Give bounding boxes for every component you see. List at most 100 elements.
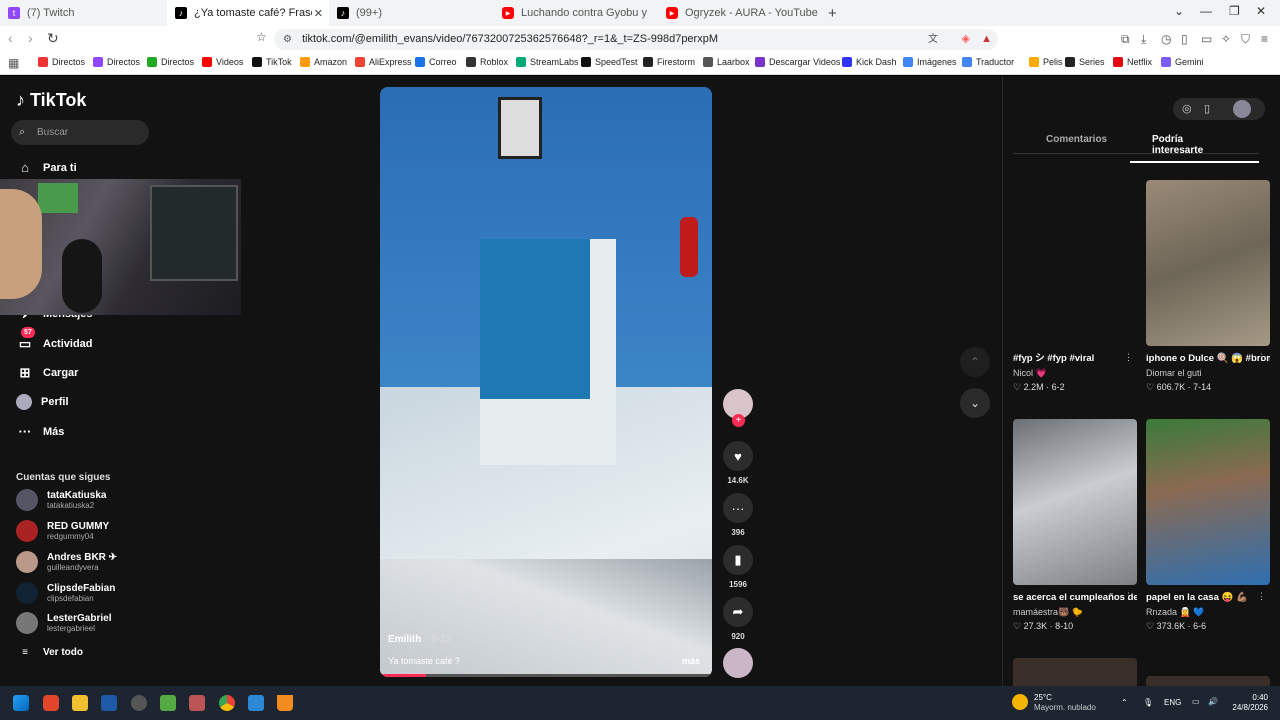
vlc-icon[interactable] bbox=[277, 695, 293, 711]
chrome-icon[interactable] bbox=[219, 695, 235, 711]
more-options-icon[interactable]: ⋮ bbox=[1257, 591, 1266, 602]
file-explorer-icon[interactable] bbox=[72, 695, 88, 711]
device-icon[interactable]: ▯ bbox=[1204, 102, 1210, 115]
search-input[interactable]: ⌕ Buscar bbox=[11, 120, 149, 145]
downloads-icon[interactable]: ⤓ bbox=[1141, 32, 1146, 47]
brave-shield-icon[interactable]: ◈ bbox=[962, 29, 970, 50]
bookmark-item[interactable]: Videos bbox=[202, 57, 243, 67]
weather-icon[interactable] bbox=[1012, 694, 1028, 710]
tab-list-icon[interactable]: ⌄ bbox=[1174, 4, 1184, 18]
video-author[interactable]: Emilith · 8-12 bbox=[388, 634, 451, 645]
forward-icon[interactable]: › bbox=[28, 30, 33, 46]
bookmark-item[interactable]: Directos bbox=[93, 57, 140, 67]
bookmark-item[interactable]: Roblox bbox=[466, 57, 508, 67]
video-player[interactable]: Emilith · 8-12 Ya tomaste café ? más bbox=[380, 87, 712, 677]
video-thumbnail[interactable] bbox=[1146, 419, 1270, 585]
bookmark-item[interactable]: AliExpress bbox=[355, 57, 412, 67]
like-action[interactable]: ♥ 14.6K bbox=[723, 441, 753, 485]
follow-plus-icon[interactable]: + bbox=[732, 414, 745, 427]
tab-podria-interesarte[interactable]: Podría interesarte bbox=[1130, 134, 1259, 163]
previous-video-button[interactable]: ⌃ bbox=[960, 347, 990, 377]
bookmark-item[interactable]: SpeedTest bbox=[581, 57, 638, 67]
bookmark-item[interactable]: Imágenes bbox=[903, 57, 957, 67]
extensions-icon[interactable]: ⧉ bbox=[1121, 32, 1130, 47]
followed-account[interactable]: Andres BKR ✈ guilleandyvera bbox=[16, 551, 117, 573]
apps-grid-icon[interactable]: ▦ bbox=[8, 56, 19, 70]
network-icon[interactable]: ▭ bbox=[1192, 697, 1200, 707]
minimize-icon[interactable]: — bbox=[1200, 4, 1212, 18]
nav-para-ti[interactable]: ⌂ Para ti bbox=[16, 160, 77, 175]
reload-icon[interactable]: ↻ bbox=[47, 30, 59, 47]
save-icon[interactable]: ▮ bbox=[723, 545, 753, 575]
compass-icon[interactable]: ◎ bbox=[1182, 102, 1192, 115]
wallet-icon[interactable]: ▭ bbox=[1201, 32, 1212, 46]
share-icon[interactable]: ➦ bbox=[723, 597, 753, 627]
app-icon-2[interactable] bbox=[189, 695, 205, 711]
history-icon[interactable]: ◷ bbox=[1161, 32, 1171, 46]
bookmark-page-icon[interactable]: ☆ bbox=[256, 30, 267, 44]
comment-icon[interactable]: ··· bbox=[723, 493, 753, 523]
video-thumbnail[interactable] bbox=[1013, 180, 1137, 346]
more-options-icon[interactable]: ⋮ bbox=[1124, 352, 1133, 363]
brave-taskbar-icon[interactable] bbox=[43, 695, 59, 711]
maximize-icon[interactable]: ❐ bbox=[1229, 4, 1240, 18]
bookmark-item[interactable]: Kick Dash bbox=[842, 57, 897, 67]
tray-chevron-icon[interactable]: ⌃ bbox=[1121, 698, 1128, 708]
card-author[interactable]: Rnzada 🧝 💙 bbox=[1146, 605, 1270, 619]
followed-account[interactable]: LesterGabriel lestergabrieel bbox=[16, 612, 111, 634]
save-action[interactable]: ▮ 1596 bbox=[723, 545, 753, 589]
bookmark-item[interactable]: Descargar Videos bbox=[755, 57, 840, 67]
video-thumbnail[interactable] bbox=[1146, 180, 1270, 346]
clock[interactable]: 0:40 24/8/2026 bbox=[1228, 693, 1268, 713]
translate-icon[interactable]: 文 bbox=[928, 29, 938, 50]
card-author[interactable]: mamáestra🐻 🐤 bbox=[1013, 605, 1137, 619]
back-icon[interactable]: ‹ bbox=[8, 30, 13, 46]
recommended-video-card[interactable]: iphone o Dulce 🍭 😱 #bromas #ParaTiPage..… bbox=[1146, 180, 1270, 394]
recommended-video-card[interactable]: #fyp シ #fyp #viral Nicol 💗 ♡ 2.2M · 6-2 ⋮ bbox=[1013, 180, 1137, 394]
sound-disc-avatar[interactable] bbox=[723, 648, 753, 678]
browser-tab[interactable]: ▶ Ogryzek - AURA - YouTube bbox=[658, 0, 818, 26]
language-indicator[interactable]: ENG bbox=[1164, 698, 1181, 708]
new-tab-icon[interactable]: + bbox=[828, 5, 837, 22]
bookmark-item[interactable]: Series bbox=[1065, 57, 1105, 67]
user-avatar[interactable] bbox=[1233, 100, 1251, 118]
followed-account[interactable]: tataKatiuska tatakatiuska2 bbox=[16, 489, 106, 511]
tiktok-logo[interactable]: ♪ TikTok bbox=[16, 90, 86, 111]
more-button[interactable]: más bbox=[682, 656, 700, 666]
obs-icon[interactable] bbox=[131, 695, 147, 711]
bookmark-item[interactable]: Correo bbox=[415, 57, 457, 67]
recommended-video-card[interactable]: se acerca el cumpleaños del rey... ... ma… bbox=[1013, 419, 1137, 633]
see-all-link[interactable]: ≡ Ver todo bbox=[16, 647, 83, 658]
vegas-icon[interactable] bbox=[101, 695, 117, 711]
brave-rewards-icon[interactable]: ▲ bbox=[981, 29, 992, 50]
close-tab-icon[interactable]: ✕ bbox=[314, 7, 323, 20]
nav-perfil[interactable]: Perfil bbox=[16, 394, 69, 410]
tab-comments[interactable]: Comentarios bbox=[1046, 134, 1107, 145]
sidebar-toggle-icon[interactable]: ▯ bbox=[1181, 32, 1188, 46]
menu-icon[interactable]: ≡ bbox=[1261, 32, 1268, 46]
browser-tab[interactable]: ▶ Luchando contra Gyobu y el Toro lla... bbox=[494, 0, 658, 26]
photos-icon[interactable] bbox=[248, 695, 264, 711]
bookmark-item[interactable]: Laarbox bbox=[703, 57, 750, 67]
comment-action[interactable]: ··· 396 bbox=[723, 493, 753, 537]
bookmark-item[interactable]: Amazon bbox=[300, 57, 347, 67]
followed-account[interactable]: ClipsdeFabian clipsdefabian bbox=[16, 582, 115, 604]
share-action[interactable]: ➦ 920 bbox=[723, 597, 753, 641]
like-icon[interactable]: ♥ bbox=[723, 441, 753, 471]
card-author[interactable]: Nicol 💗 bbox=[1013, 366, 1137, 380]
bookmark-item[interactable]: Gemini bbox=[1161, 57, 1204, 67]
bookmark-item[interactable]: Pelis bbox=[1029, 57, 1063, 67]
card-author[interactable]: Diomar el guti bbox=[1146, 366, 1270, 380]
nav-cargar[interactable]: ⊞ Cargar bbox=[16, 365, 79, 381]
video-progress-bar[interactable] bbox=[380, 674, 712, 677]
microphone-icon[interactable]: 🎙 bbox=[1143, 698, 1153, 708]
video-thumbnail[interactable] bbox=[1013, 419, 1137, 585]
next-video-button[interactable]: ⌄ bbox=[960, 388, 990, 418]
nav-actividad[interactable]: ▭ 57 Actividad bbox=[16, 327, 93, 352]
windows-start-icon[interactable] bbox=[13, 695, 29, 711]
browser-tab[interactable]: t (7) Twitch bbox=[0, 0, 167, 26]
site-info-icon[interactable]: ⚙ bbox=[283, 29, 292, 50]
bookmark-item[interactable]: Netflix bbox=[1113, 57, 1152, 67]
recommended-video-card[interactable]: papel en la casa 😝 💪🏽 Rnzada 🧝 💙 ♡ 373.6K … bbox=[1146, 419, 1270, 633]
video-thumbnail-partial[interactable] bbox=[1013, 658, 1137, 688]
